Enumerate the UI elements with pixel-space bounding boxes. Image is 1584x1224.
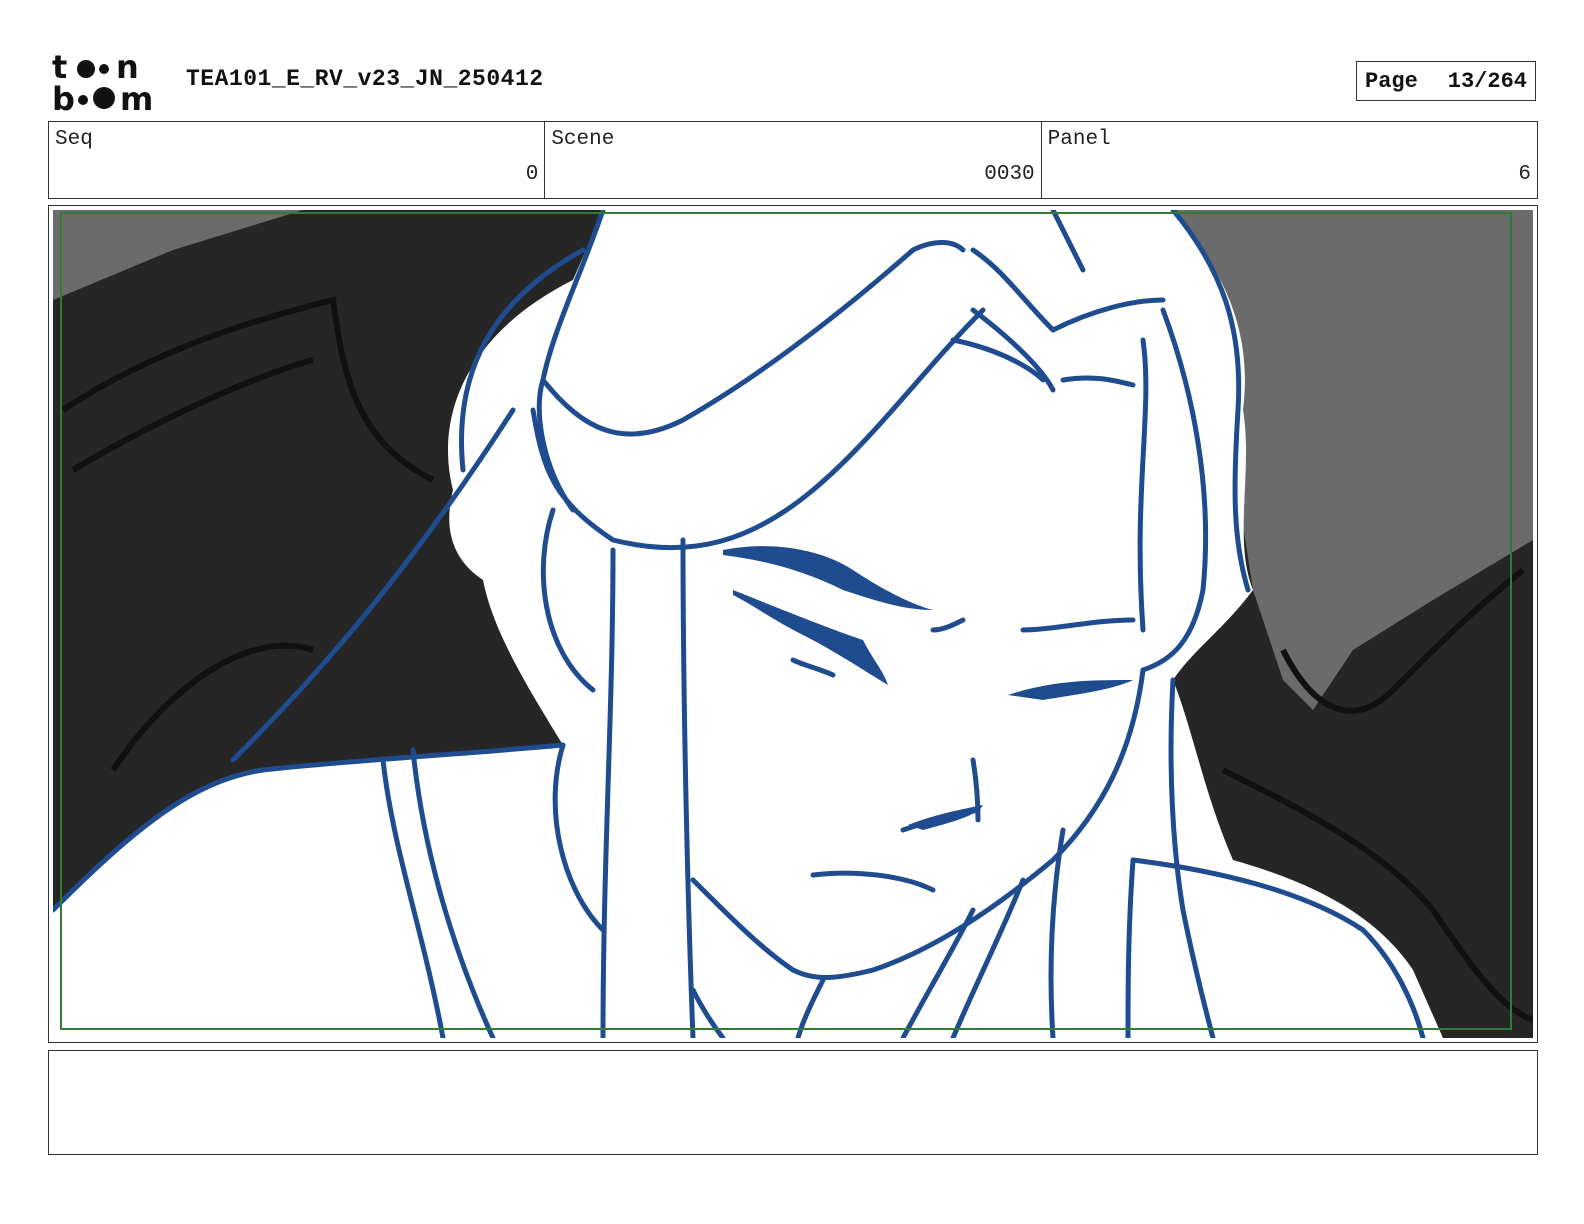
seq-cell: Seq 0 <box>49 122 546 198</box>
scene-label: Scene <box>551 128 615 151</box>
svg-text:b: b <box>52 80 75 112</box>
panel-label: Panel <box>1047 128 1111 151</box>
svg-text:m: m <box>120 80 153 112</box>
page-indicator: Page 13/264 <box>1356 61 1536 101</box>
panel-notes-box <box>48 1050 1538 1155</box>
panel-value: 6 <box>1518 163 1531 186</box>
toon-boom-logo: t n b m <box>52 50 153 112</box>
document-title: TEA101_E_RV_v23_JN_250412 <box>186 66 544 92</box>
panel-drawing <box>53 210 1533 1038</box>
scene-cell: Scene 0030 <box>545 122 1042 198</box>
panel-cell: Panel 6 <box>1042 122 1537 198</box>
page-label: Page <box>1365 68 1418 94</box>
seq-value: 0 <box>525 163 539 186</box>
panel-info-row: Seq 0 Scene 0030 Panel 6 <box>48 121 1538 199</box>
scene-value: 0030 <box>984 163 1035 186</box>
page-number: 13/264 <box>1447 68 1527 94</box>
seq-label: Seq <box>55 128 93 151</box>
storyboard-panel <box>48 205 1538 1043</box>
